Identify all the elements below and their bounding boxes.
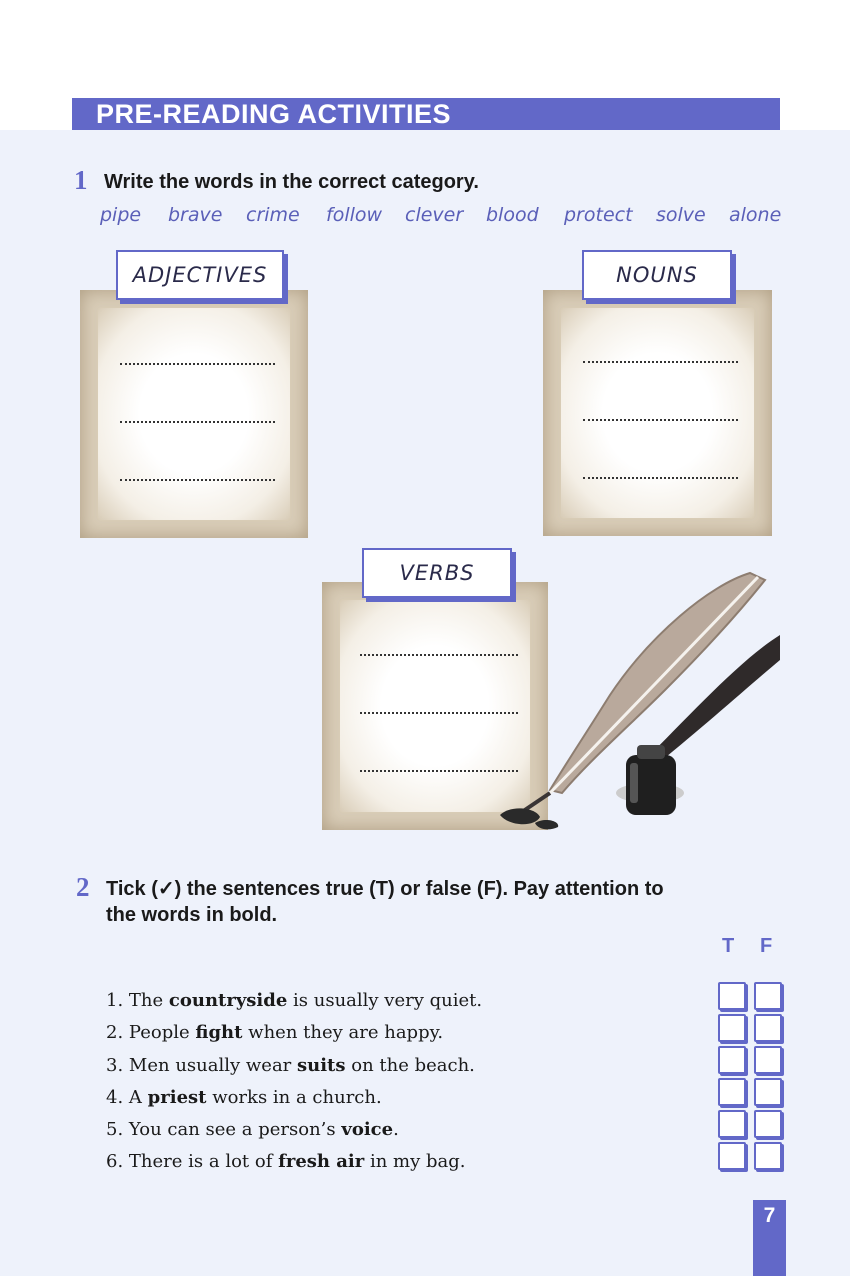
true-checkbox[interactable] [718,1014,746,1042]
answer-line[interactable] [120,363,275,365]
word-item: solve [656,204,706,226]
exercise-2-number: 2 [76,872,90,902]
page-number-tab: 7 [753,1200,786,1276]
true-checkbox[interactable] [718,982,746,1010]
statement-number: 3. [106,1055,124,1076]
statement-keyword: priest [147,1087,207,1108]
statement-row: 3. Men usually wear suits on the beach. [106,1055,475,1076]
exercise-1-instruction: Write the words in the correct category. [104,171,479,193]
statement-number: 2. [106,1022,124,1043]
false-checkbox[interactable] [754,1142,782,1170]
true-checkbox[interactable] [718,1046,746,1074]
word-item: follow [326,204,383,226]
section-title: PRE-READING ACTIVITIES [96,99,452,129]
word-item: pipe [100,204,142,226]
adjectives-paper [80,290,308,538]
statement-row: 6. There is a lot of fresh air in my bag… [106,1151,466,1172]
statement-row: 5. You can see a person’s voice. [106,1119,399,1140]
exercise-2-instruction-line-1: Tick (✓) the sentences true (T) or false… [106,878,664,900]
nouns-label: NOUNS [582,250,732,300]
quill-and-inkwell-icon [500,571,780,830]
word-item: protect [564,204,633,226]
statement-keyword: fresh air [278,1151,365,1172]
statement-row: 2. People fight when they are happy. [106,1022,444,1043]
true-column-header: T [722,935,735,957]
word-item: alone [729,204,782,226]
answer-line[interactable] [583,477,738,479]
statement-number: 6. [106,1151,124,1172]
false-checkbox[interactable] [754,1014,782,1042]
adjectives-label: ADJECTIVES [116,250,284,300]
false-checkbox[interactable] [754,1110,782,1138]
false-checkbox[interactable] [754,982,782,1010]
statement-keyword: suits [297,1055,346,1076]
word-item: clever [405,204,464,226]
exercise-2-instruction-line-2: the words in bold. [106,904,278,926]
exercise-1-number: 1 [74,165,88,195]
false-checkbox[interactable] [754,1046,782,1074]
statement-number: 4. [106,1087,124,1108]
word-item: brave [168,204,223,226]
true-checkbox[interactable] [718,1142,746,1170]
word-item: blood [486,204,539,226]
page-number: 7 [763,1204,776,1227]
section-header: PRE-READING ACTIVITIES [72,98,780,130]
answer-line[interactable] [583,419,738,421]
statement-keyword: fight [195,1022,243,1043]
answer-line[interactable] [120,479,275,481]
statement-row: 1. The countryside is usually very quiet… [106,990,483,1011]
statement-keyword: voice [341,1119,394,1140]
true-checkbox[interactable] [718,1110,746,1138]
false-checkbox[interactable] [754,1078,782,1106]
answer-line[interactable] [120,421,275,423]
word-item: crime [246,204,300,226]
statement-number: 5. [106,1119,124,1140]
statement-keyword: countryside [168,990,288,1011]
statement-row: 4. A priest works in a church. [106,1087,382,1108]
false-column-header: F [760,935,773,957]
statement-number: 1. [106,990,124,1011]
nouns-paper [543,290,772,536]
answer-line[interactable] [583,361,738,363]
true-checkbox[interactable] [718,1078,746,1106]
